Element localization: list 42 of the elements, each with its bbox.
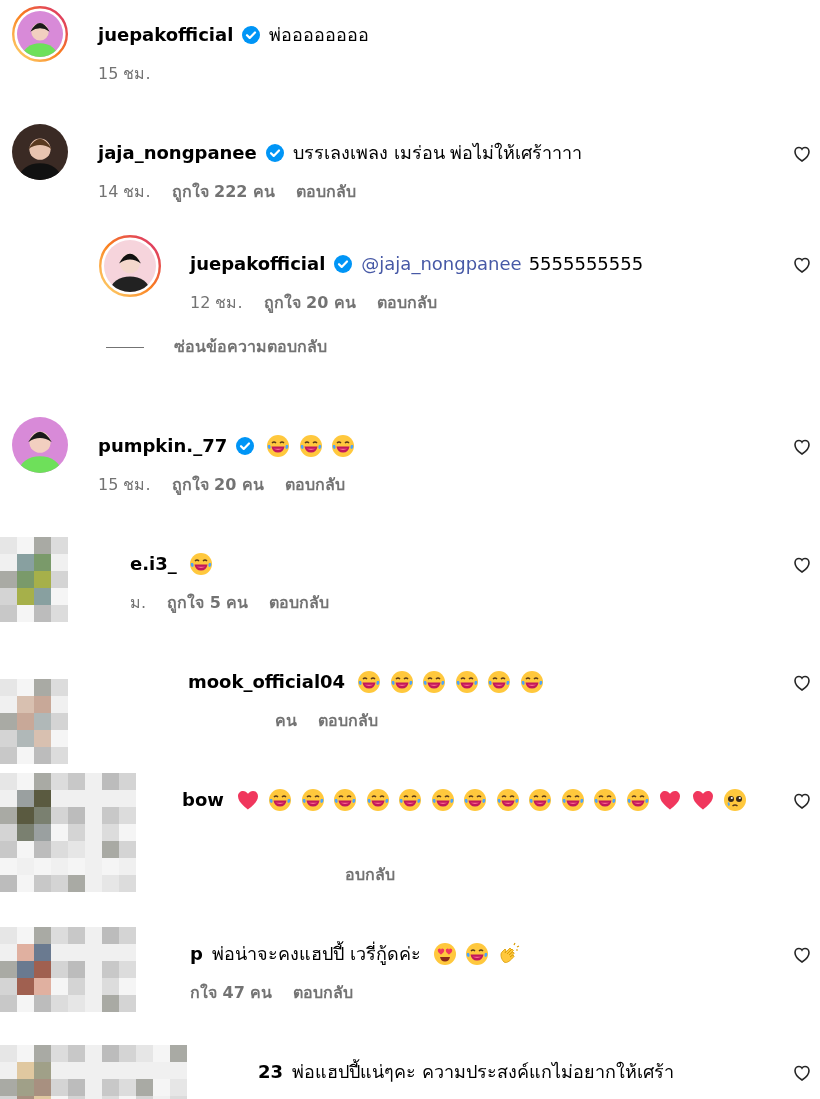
- comment-time: 14 ชม.: [98, 181, 151, 203]
- comment-text: @jaja_nongpanee 5555555555: [361, 252, 644, 277]
- reply-button[interactable]: ตอบกลับ: [318, 709, 378, 733]
- username-link[interactable]: bow: [182, 787, 224, 813]
- likes-count[interactable]: ถูกใจ 20 คน: [171, 473, 264, 497]
- comment-time: 15 ชม.: [98, 474, 151, 496]
- comment-time: 15 ชม.: [98, 63, 151, 85]
- username-link[interactable]: 23: [258, 1059, 284, 1085]
- username-link[interactable]: pumpkin._77: [98, 433, 228, 459]
- likes-count[interactable]: ถูกใจ 222 คน: [171, 180, 276, 204]
- username-link[interactable]: jaja_nongpanee: [98, 140, 257, 166]
- heart-icon: [792, 555, 812, 575]
- heart-icon: [792, 255, 812, 275]
- heart-icon: [792, 673, 812, 693]
- comment-time: 12 ชม.: [190, 292, 243, 314]
- heart-icon: [792, 437, 812, 457]
- username-link[interactable]: e.i3_: [130, 551, 177, 577]
- reply-button[interactable]: ตอบกลับ: [376, 291, 437, 315]
- likes-count[interactable]: ถูกใจ 20 คน: [263, 291, 356, 315]
- reply-button[interactable]: อบกลับ: [345, 863, 395, 887]
- heart-icon: [792, 1063, 812, 1083]
- likes-count[interactable]: คน: [275, 709, 297, 733]
- reply-button[interactable]: ตอบกลับ: [296, 180, 357, 204]
- reply-button[interactable]: ตอบกลับ: [284, 473, 345, 497]
- heart-icon: [792, 791, 812, 811]
- comment-text: พ่ออออออออ: [269, 23, 370, 47]
- heart-icon: [792, 945, 812, 965]
- comment-text: บรรเลงเพลง เมร่อน พ่อไม่ให้เศร้าาาา: [292, 141, 583, 165]
- heart-icon: [792, 144, 812, 164]
- reply-button[interactable]: ตอบกลับ: [293, 981, 354, 1005]
- likes-count[interactable]: ถูกใจ 5 คน: [167, 591, 249, 615]
- comment-text: พ่อแฮปปี้แน่ๆคะ ความประสงค์แกไม่อยากให้เศร้า: [292, 1059, 674, 1084]
- comment-time: ม.: [130, 592, 147, 614]
- username-link[interactable]: p: [190, 941, 203, 967]
- reply-button[interactable]: ตอบกลับ: [269, 591, 330, 615]
- username-link[interactable]: mook_official04: [188, 669, 346, 695]
- username-link[interactable]: juepakofficial: [98, 22, 234, 48]
- comment-text: พ่อน่าจะคงแฮปปี้ เวรี่กู้ดค่ะ: [211, 941, 421, 967]
- mention-link[interactable]: @jaja_nongpanee: [361, 253, 522, 274]
- username-link[interactable]: juepakofficial: [190, 251, 326, 277]
- hide-replies-button[interactable]: ซ่อนข้อความตอบกลับ: [106, 335, 327, 359]
- likes-count[interactable]: กใจ 47 คน: [190, 981, 273, 1005]
